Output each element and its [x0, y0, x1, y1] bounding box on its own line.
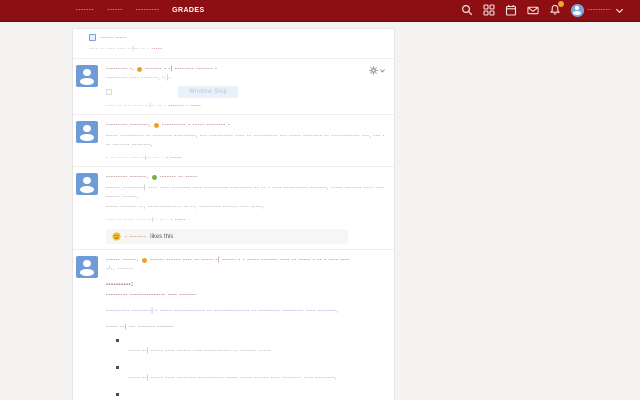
feed-post-3: --------- -------, ------- -- ----- ----…: [73, 166, 394, 249]
bullet-icon: [116, 393, 119, 396]
user-menu[interactable]: ---------: [570, 3, 624, 17]
emoji-icon: [141, 257, 147, 263]
search-icon[interactable]: [461, 4, 473, 16]
post-title-text: --------- -,: [106, 66, 135, 72]
tail-action-row[interactable]: ------ -----: [89, 34, 388, 41]
post-body-text: ------ ---------| ---- ---- -------- ---…: [106, 185, 385, 200]
nav-item-grades[interactable]: GRADES: [172, 7, 204, 14]
post-subtitle: -/-, -------: [106, 266, 134, 272]
bullet-icon: [116, 366, 119, 369]
post-meta: ---- -- ---- ---- --|-- -- · ------- - -…: [106, 103, 386, 109]
app-header: ------- ------ --------- GRADES --------…: [0, 0, 640, 22]
apps-grid-icon[interactable]: [483, 4, 495, 16]
like-icon: [89, 34, 96, 41]
bullet-text: ----- --| ----- ---- ------ ---- -------…: [128, 348, 271, 354]
emoji-icon: [153, 122, 159, 128]
post-content: --------- -------, ------- -- ----- ----…: [106, 173, 386, 244]
post-title-text: ------- -- -----: [159, 174, 198, 180]
meta-separator: ·: [147, 46, 150, 52]
caret-down-icon: [380, 69, 385, 73]
post-author-link[interactable]: --------- -------, ------- -- -----: [106, 174, 386, 180]
list-item: --------- ---|- ------ ------- -------- …: [116, 393, 386, 400]
meta-separator: ·: [166, 217, 169, 223]
nav-item-2[interactable]: ------: [107, 7, 123, 13]
window-snip-tooltip: Window Snip: [178, 86, 239, 98]
post-timestamp: - -- ----- ---- --|-- ---: [106, 155, 160, 161]
tail-meta: ---- -- ---- ---- --|-- -- · -----: [89, 46, 388, 52]
likes-this-label: likes this: [150, 233, 174, 240]
bullet-list: ----- --| ----- ---- ------ ---- -------…: [116, 339, 386, 400]
post-like-link[interactable]: ------- - -----: [168, 103, 201, 109]
author-avatar-icon[interactable]: [76, 173, 98, 195]
post-subheading: --------- --------------- ---- -------: [106, 292, 197, 298]
gear-icon: [369, 66, 378, 75]
post-body-text: ----- ------- --, -------------- -- --, …: [106, 204, 266, 210]
post-author-link[interactable]: ------ ------, ------ ------ ---- -- ---…: [106, 257, 386, 263]
post-content: ------ ------, ------ ------ ---- -- ---…: [106, 256, 386, 400]
post-content: --------- --------, ---------- - ----- -…: [106, 121, 386, 161]
author-avatar-icon[interactable]: [76, 256, 98, 278]
list-item: ----- --| ----- ---- ------ ---- -------…: [116, 339, 386, 354]
post-author-link[interactable]: --------- -, ------- - -| -------- -----…: [106, 66, 386, 72]
tail-action-link[interactable]: ------ -----: [100, 35, 126, 41]
feed-post-4: ------ ------, ------ ------ ---- -- ---…: [73, 249, 394, 400]
user-avatar-icon: [570, 3, 584, 17]
user-name: ---------: [587, 7, 611, 13]
author-avatar-icon[interactable]: [76, 121, 98, 143]
post-options-button[interactable]: [369, 66, 385, 75]
tail-like-link[interactable]: -----: [151, 46, 162, 52]
post-like-link[interactable]: - -----: [166, 155, 181, 161]
post-heading-bold: ----------:: [106, 282, 134, 288]
meta-separator: ·: [161, 155, 165, 161]
bullet-icon: [116, 339, 119, 342]
emoji-icon: [137, 66, 143, 72]
nav-item-1[interactable]: -------: [76, 7, 94, 13]
post-timestamp: ---- -- ---- ---- --|-- --: [106, 103, 163, 109]
post-title-text: ------ ------,: [106, 257, 139, 263]
feed-panel: ------ ----- ---- -- ---- ---- --|-- -- …: [72, 28, 395, 400]
post-title-text: ---------- - ----- -------- -: [161, 122, 231, 128]
post-subtitle: --------- ---- -------, -:|-: [106, 75, 172, 81]
post-title-text: ------- - -| -------- ------- -: [145, 66, 218, 72]
list-item: ----- --| ----- ---- -------- ----------…: [116, 366, 386, 381]
post-timestamp: ---- -- ----- ---- --|-- --: [106, 217, 165, 223]
smiley-emoji-icon: [112, 232, 121, 241]
nav-item-3[interactable]: ---------: [136, 7, 159, 13]
mail-icon[interactable]: [527, 4, 539, 16]
post-meta: ---- -- ----- ---- --|-- -- · - -----: [106, 217, 386, 223]
feed-post-2: --------- --------, ---------- - ----- -…: [73, 114, 394, 166]
tail-meta-text: ---- -- ---- ---- --|-- --: [89, 46, 146, 52]
header-actions: ---------: [461, 1, 624, 17]
post-author-link[interactable]: --------- --------, ---------- - ----- -…: [106, 122, 386, 128]
post-title-text: --------- --------,: [106, 122, 151, 128]
post-meta: - -- ----- ---- --|-- --- · - -----: [106, 155, 386, 161]
likes-banner: - ------- likes this: [106, 229, 348, 244]
emoji-icon: [151, 174, 157, 180]
visited-link[interactable]: ---------- --------| - ----- -----------…: [106, 308, 386, 314]
page-body: ------ ----- ---- -- ---- ---- --|-- -- …: [0, 28, 640, 400]
post-title-text: ------ ------ ---- -- ----- -| ------ - …: [149, 257, 350, 263]
author-avatar-icon[interactable]: [76, 65, 98, 87]
post-media-row: Window Snip: [106, 86, 386, 98]
post-tail: ------ ----- ---- -- ---- ---- --|-- -- …: [73, 31, 394, 58]
attached-image-thumbnail[interactable]: [106, 89, 112, 95]
meta-separator: ·: [164, 103, 167, 109]
liker-name-link[interactable]: - -------: [125, 234, 146, 240]
post-title-text: --------- -------,: [106, 174, 149, 180]
post-step-text: ----- --| --- ------- -------: [106, 324, 174, 330]
bell-icon[interactable]: [549, 1, 564, 16]
post-body-text: ----- ---------- -- -------- ---------, …: [106, 133, 386, 148]
bullet-text: ----- --| ----- ---- -------- ----------…: [128, 375, 337, 381]
feed-post-1: --------- -, ------- - -| -------- -----…: [73, 58, 394, 114]
chevron-down-icon: [615, 8, 624, 13]
post-content: --------- -, ------- - -| -------- -----…: [106, 65, 386, 109]
notification-badge: [557, 1, 564, 7]
post-like-link[interactable]: - -----: [170, 217, 185, 223]
calendar-icon[interactable]: [505, 4, 517, 16]
